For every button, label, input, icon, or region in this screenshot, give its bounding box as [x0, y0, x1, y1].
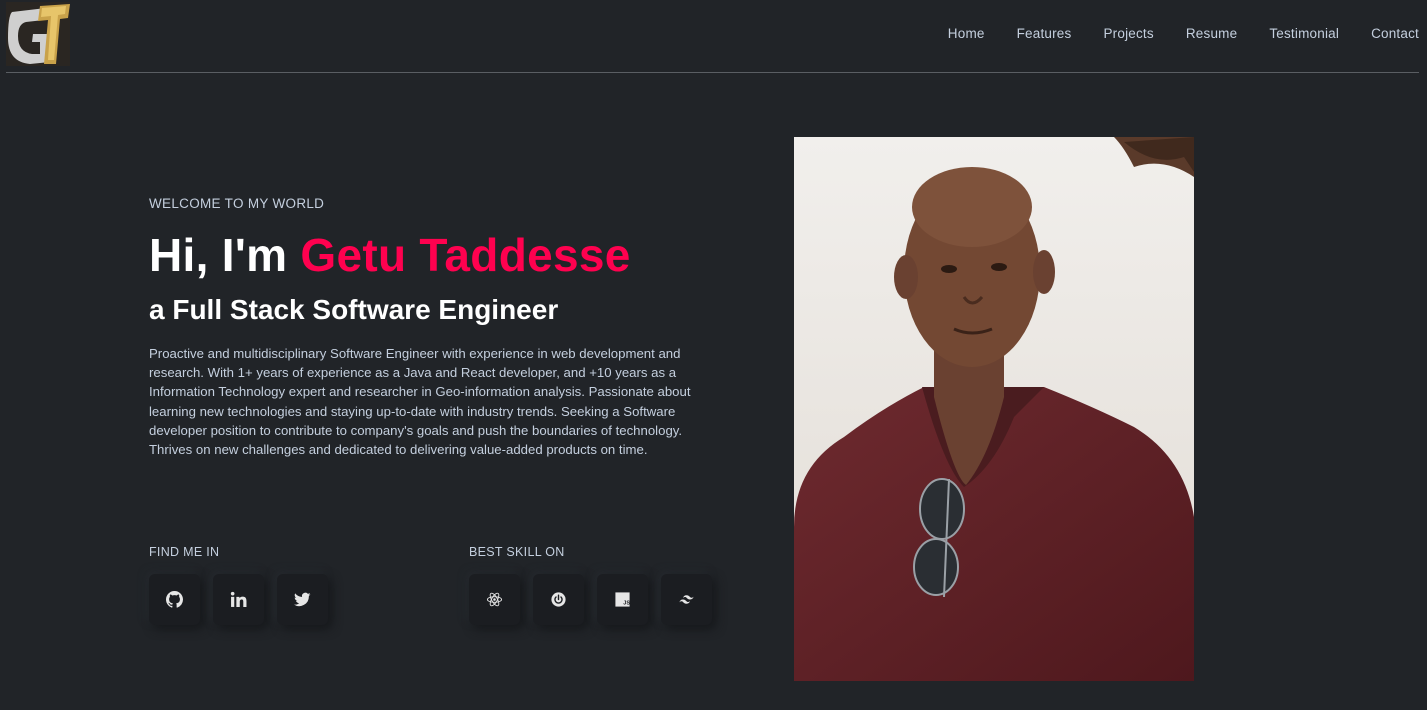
hero-heading: Hi, I'm Getu Taddesse [149, 228, 631, 282]
skill-icons: JS [469, 574, 712, 625]
linkedin-icon [230, 591, 247, 607]
site-header: Home Features Projects Resume Testimonia… [0, 0, 1427, 73]
profile-photo [794, 137, 1194, 681]
nav-projects[interactable]: Projects [1103, 26, 1153, 41]
nav-contact[interactable]: Contact [1371, 26, 1419, 41]
spring-button[interactable] [533, 574, 584, 625]
javascript-icon: JS [615, 592, 630, 607]
nav-home[interactable]: Home [948, 26, 985, 41]
twitter-button[interactable] [277, 574, 328, 625]
github-button[interactable] [149, 574, 200, 625]
javascript-button[interactable]: JS [597, 574, 648, 625]
react-button[interactable] [469, 574, 520, 625]
social-links [149, 574, 328, 625]
nav-testimonial[interactable]: Testimonial [1269, 26, 1339, 41]
hero-name: Getu Taddesse [300, 229, 631, 281]
welcome-text: WELCOME TO MY WORLD [149, 196, 325, 211]
github-icon [166, 591, 183, 608]
main-nav: Home Features Projects Resume Testimonia… [916, 26, 1419, 41]
hero-role: a Full Stack Software Engineer [149, 294, 559, 325]
svg-text:JS: JS [623, 600, 630, 606]
linkedin-button[interactable] [213, 574, 264, 625]
react-icon [486, 592, 503, 607]
tailwind-button[interactable] [661, 574, 712, 625]
hero-bio: Proactive and multidisciplinary Software… [149, 346, 691, 458]
spring-icon [551, 592, 566, 607]
nav-resume[interactable]: Resume [1186, 26, 1237, 41]
twitter-icon [294, 592, 311, 607]
logo[interactable] [6, 2, 70, 66]
header-divider [6, 72, 1419, 73]
skills-label: BEST SKILL ON [469, 545, 565, 559]
tailwind-icon [679, 595, 694, 604]
find-me-label: FIND ME IN [149, 545, 220, 559]
nav-features[interactable]: Features [1017, 26, 1072, 41]
greeting-text: Hi, I'm [149, 229, 301, 281]
